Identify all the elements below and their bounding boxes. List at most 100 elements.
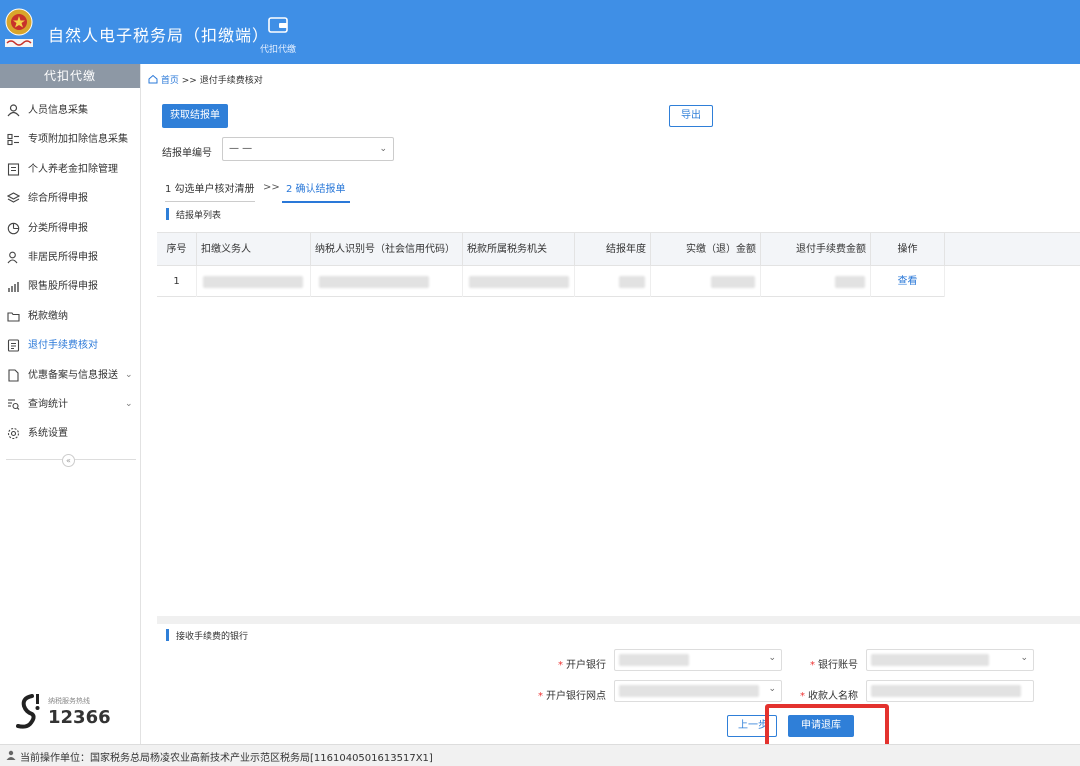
bar-chart-icon [8,282,19,293]
sidebar-collapse-button[interactable]: « [62,454,75,467]
form-icon [7,339,20,352]
view-link[interactable]: 查看 [871,266,945,297]
sidebar-item-special-deduction[interactable]: 专项附加扣除信息采集 [0,125,140,154]
main-content: 首页 >> 退付手续费核对 获取结报单 导出 结报单编号 — — ⌄ 1 勾选单… [142,64,1080,749]
chevron-down-icon: ⌄ [125,398,133,409]
account-select[interactable]: ⌄ [866,649,1034,671]
search-list-icon [8,399,20,410]
sidebar: 代扣代缴 人员信息采集 专项附加扣除信息采集 个人养老金扣除管理 综合所得申报 … [0,64,141,744]
branch-select[interactable]: ⌄ [614,680,782,702]
sidebar-item-pension-deduction[interactable]: 个人养老金扣除管理 [0,155,140,184]
list-icon [7,134,19,146]
hotline-number: 12366 [48,707,111,728]
chevron-down-icon: ⌄ [379,144,387,154]
user-icon [6,750,16,760]
module-tab-withholding[interactable]: 代扣代缴 [256,16,300,55]
redacted-value [619,654,689,666]
report-year-cell [575,266,651,297]
redacted-value [711,276,755,288]
column-header: 税款所属税务机关 [463,233,575,266]
column-header: 结报年度 [575,233,651,266]
sidebar-item-label: 优惠备案与信息报送 [28,369,118,381]
step-tab-confirm-report[interactable]: 2 确认结报单 [282,180,350,203]
taxpayer-id-cell [311,266,463,297]
step-tab-select-checklist[interactable]: 1 勾选单户核对清册 [165,180,255,202]
table-row: 1 查看 [157,266,945,297]
required-mark: * [538,691,543,702]
refund-fee-amount-cell [761,266,871,297]
bank-section-title: 接收手续费的银行 [166,629,248,642]
folder-icon [7,312,20,322]
required-mark: * [810,660,815,671]
breadcrumb-current: 退付手续费核对 [199,76,263,86]
app-title: 自然人电子税务局（扣缴端） [48,26,270,45]
bank-select[interactable]: ⌄ [614,649,782,671]
tax-authority-cell [463,266,575,297]
document-icon [7,163,20,176]
fetch-report-button[interactable]: 获取结报单 [162,104,228,128]
apply-refund-button[interactable]: 申请退库 [788,715,854,737]
sidebar-item-system-settings[interactable]: 系统设置 [0,419,140,448]
column-header: 退付手续费金额 [761,233,871,266]
chevron-down-icon: ⌄ [768,653,776,663]
module-tab-label: 代扣代缴 [259,45,296,55]
redacted-value [871,654,989,666]
row-index: 1 [157,266,197,297]
sidebar-item-refund-fee-check[interactable]: 退付手续费核对 [0,331,140,360]
sidebar-item-nonresident-income[interactable]: 非居民所得申报 [0,243,140,272]
export-button[interactable]: 导出 [669,105,713,127]
sidebar-item-personnel-info[interactable]: 人员信息采集 [0,96,140,125]
table-horizontal-scrollbar[interactable] [157,616,1080,624]
sidebar-item-label: 专项附加扣除信息采集 [28,134,128,146]
report-number-label: 结报单编号 [162,148,212,159]
redacted-value [871,685,1021,697]
user-outline-icon [7,251,18,264]
report-list-section-title: 结报单列表 [166,208,221,221]
sidebar-item-comprehensive-income[interactable]: 综合所得申报 [0,184,140,213]
column-header: 序号 [157,233,197,266]
table-header: 序号 扣缴义务人 纳税人识别号（社会信用代码） 税款所属税务机关 结报年度 实缴… [157,233,1080,266]
redacted-value [619,685,759,697]
sidebar-item-label: 税款缴纳 [28,310,68,322]
sidebar-menu: 人员信息采集 专项附加扣除信息采集 个人养老金扣除管理 综合所得申报 分类所得申… [0,88,140,449]
paid-amount-cell [651,266,761,297]
sidebar-item-query-statistics[interactable]: 查询统计 ⌄ [0,390,140,419]
sidebar-item-label: 个人养老金扣除管理 [28,163,118,175]
column-header: 操作 [871,233,945,266]
payee-input[interactable] [866,680,1034,702]
sidebar-item-label: 查询统计 [28,398,68,410]
required-mark: * [800,691,805,702]
person-icon [7,104,20,117]
sidebar-item-restricted-stock[interactable]: 限售股所得申报 [0,272,140,301]
hotline-logo-icon [16,694,40,729]
wallet-icon [268,17,288,33]
withholding-agent-cell [197,266,311,297]
redacted-value [319,276,429,288]
pie-icon [7,222,20,234]
account-label: * 银行账号 [810,660,858,671]
payee-label: * 收款人名称 [800,691,858,702]
layers-icon [7,192,20,203]
report-number-select[interactable]: — — ⌄ [222,137,394,161]
sidebar-item-preferential-filing[interactable]: 优惠备案与信息报送 ⌄ [0,361,140,390]
bank-label: * 开户银行 [558,660,606,671]
breadcrumb: 首页 >> 退付手续费核对 [148,73,263,86]
chevron-down-icon: ⌄ [1020,653,1028,663]
redacted-value [835,276,865,288]
report-table: 序号 扣缴义务人 纳税人识别号（社会信用代码） 税款所属税务机关 结报年度 实缴… [157,232,1080,616]
redacted-value [619,276,645,288]
status-bar: 当前操作单位：国家税务总局杨凌农业高新技术产业示范区税务局[1161040501… [0,744,1080,766]
breadcrumb-separator: >> [181,76,197,86]
sidebar-item-label: 人员信息采集 [28,105,88,116]
sidebar-item-classified-income[interactable]: 分类所得申报 [0,214,140,243]
chevron-down-icon: ⌄ [125,369,133,380]
sidebar-item-tax-payment[interactable]: 税款缴纳 [0,302,140,331]
sidebar-item-label: 非居民所得申报 [28,251,98,263]
breadcrumb-home-link[interactable]: 首页 [161,76,179,86]
branch-label: * 开户银行网点 [538,691,606,702]
sidebar-item-label: 综合所得申报 [28,193,88,205]
step-separator: >> [263,182,280,193]
sidebar-item-label: 分类所得申报 [28,222,88,234]
redacted-value [469,276,569,288]
app-header: 自然人电子税务局（扣缴端） 代扣代缴 [0,0,1080,64]
